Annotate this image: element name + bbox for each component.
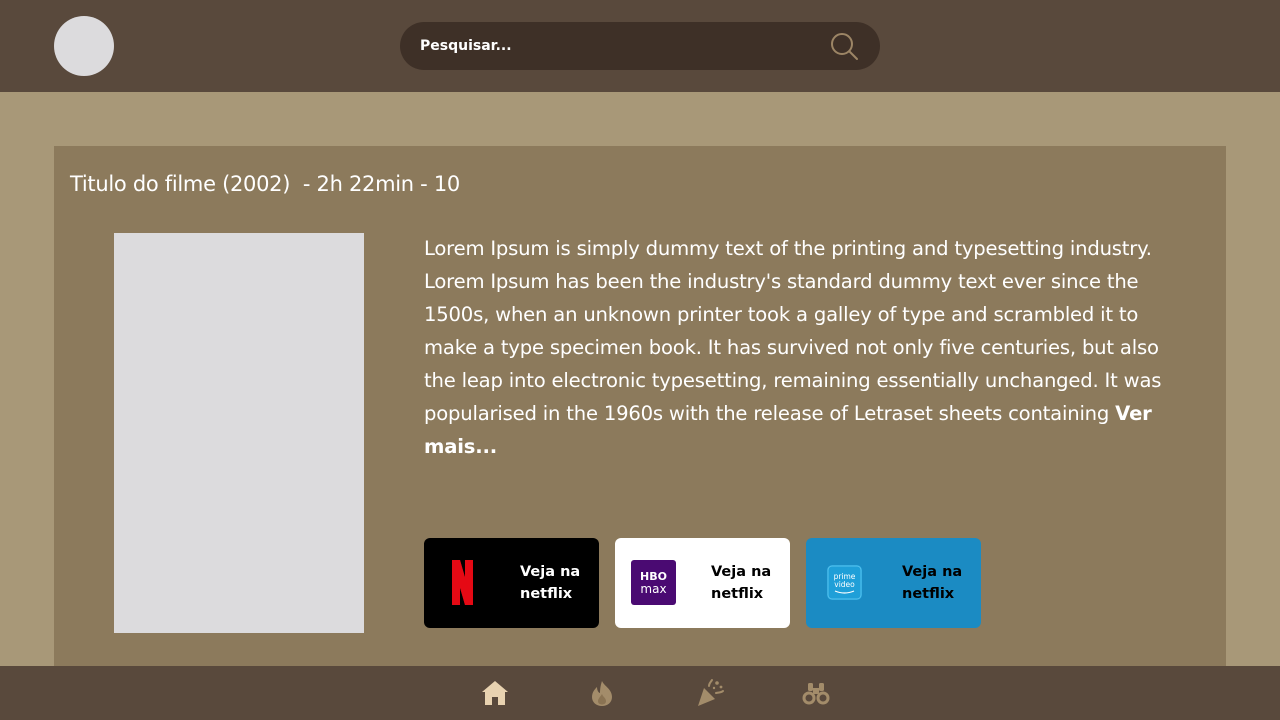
watch-label: Veja na netflix <box>711 564 772 602</box>
party-popper-icon[interactable] <box>695 678 725 708</box>
hbo-max-logo-icon: HBO max <box>631 560 676 605</box>
user-avatar[interactable] <box>54 16 114 76</box>
movie-card: Titulo do filme (2002) - 2h 22min - 10 L… <box>54 146 1226 666</box>
bottom-nav <box>0 666 1280 720</box>
search-bar[interactable] <box>400 22 880 70</box>
watch-hbo-max-button[interactable]: HBO max Veja na netflix <box>615 538 790 628</box>
home-icon[interactable] <box>480 678 510 708</box>
watch-label: Veja na netflix <box>902 564 963 602</box>
flame-icon[interactable] <box>587 678 617 708</box>
prime-video-logo-icon: prime video <box>827 565 862 600</box>
hbo-logo-bottom-text: max <box>640 582 666 596</box>
top-bar <box>0 0 1280 92</box>
movie-title: Titulo do filme (2002) - 2h 22min - 10 <box>70 172 460 196</box>
watch-netflix-button[interactable]: Veja na netflix <box>424 538 599 628</box>
netflix-logo-icon <box>452 560 473 605</box>
search-icon[interactable] <box>828 30 860 62</box>
movie-description: Lorem Ipsum is simply dummy text of the … <box>424 232 1174 463</box>
watch-label: Veja na netflix <box>520 564 581 602</box>
movie-poster <box>114 233 364 633</box>
binoculars-icon[interactable] <box>801 678 831 708</box>
prime-logo-bottom-text: video <box>834 580 855 589</box>
watch-prime-video-button[interactable]: prime video Veja na netflix <box>806 538 981 628</box>
search-input[interactable] <box>420 22 820 70</box>
description-text: Lorem Ipsum is simply dummy text of the … <box>424 237 1162 425</box>
